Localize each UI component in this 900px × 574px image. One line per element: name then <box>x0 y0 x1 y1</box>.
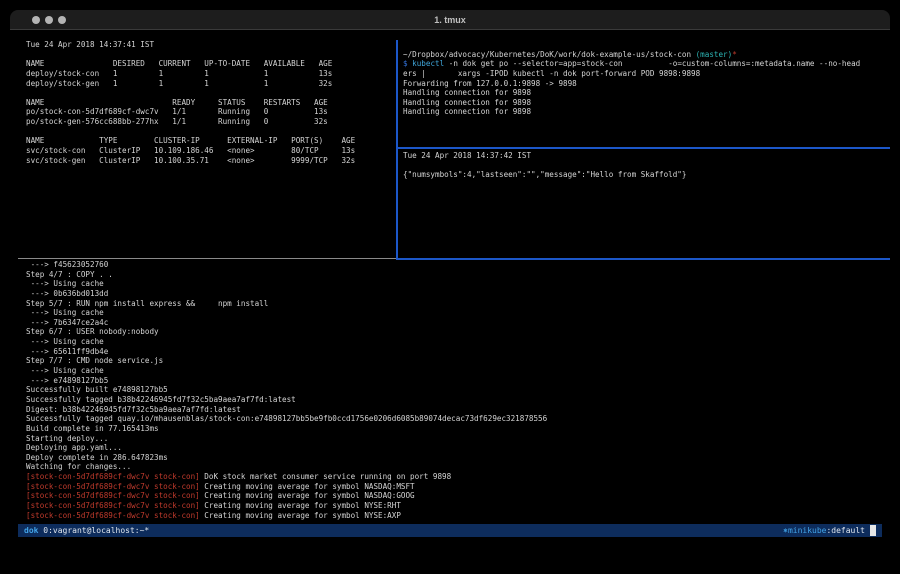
terminal-line: Forwarding from 127.0.0.1:9898 -> 9898 <box>403 79 888 89</box>
window-title: 1. tmux <box>10 15 890 25</box>
terminal-line <box>26 127 394 137</box>
terminal-line: ---> 65611ff9db4e <box>26 347 888 357</box>
terminal-line: po/stock-gen-576cc688bb-277hx 1/1 Runnin… <box>26 117 394 127</box>
terminal-line: ers | xargs -IPOD kubectl -n dok port-fo… <box>403 69 888 79</box>
terminal-line: NAME TYPE CLUSTER-IP EXTERNAL-IP PORT(S)… <box>26 136 394 146</box>
terminal-line: Successfully tagged b38b42246945fd7f32c5… <box>26 395 888 405</box>
window-tab-current[interactable]: 0:vagrant@localhost:~* <box>38 526 149 535</box>
terminal-line: ---> f45623052760 <box>26 260 888 270</box>
terminal-line: [stock-con-5d7df689cf-dwc7v stock-con] C… <box>26 491 888 501</box>
kube-namespace: :default <box>826 526 865 535</box>
terminal-line: Build complete in 77.165413ms <box>26 424 888 434</box>
kube-context: minikube <box>788 526 827 535</box>
pane-divider-horizontal-left[interactable] <box>18 258 396 259</box>
terminal-window: 1. tmux Tue 24 Apr 2018 14:37:41 IST NAM… <box>10 10 890 566</box>
terminal-line: [stock-con-5d7df689cf-dwc7v stock-con] C… <box>26 511 888 521</box>
terminal-line: Handling connection for 9898 <box>403 107 888 117</box>
pane-port-forward[interactable]: ~/Dropbox/advocacy/Kubernetes/DoK/work/d… <box>403 40 888 156</box>
pane-kubectl-watch[interactable]: Tue 24 Apr 2018 14:37:41 IST NAME DESIRE… <box>26 40 394 258</box>
terminal-line <box>403 40 888 50</box>
terminal-line: Successfully tagged quay.io/mhausenblas/… <box>26 414 888 424</box>
terminal-line: [stock-con-5d7df689cf-dwc7v stock-con] D… <box>26 472 888 482</box>
terminal-line: NAME READY STATUS RESTARTS AGE <box>26 98 394 108</box>
terminal-line <box>26 50 394 60</box>
terminal-line: po/stock-con-5d7df689cf-dwc7v 1/1 Runnin… <box>26 107 394 117</box>
terminal-line <box>26 88 394 98</box>
terminal-line: ~/Dropbox/advocacy/Kubernetes/DoK/work/d… <box>403 50 888 60</box>
terminal-line: deploy/stock-gen 1 1 1 1 32s <box>26 79 394 89</box>
terminal-line: $ kubectl -n dok get po --selector=app=s… <box>403 59 888 69</box>
terminal-line: ---> e74898127bb5 <box>26 376 888 386</box>
terminal-line: ---> Using cache <box>26 308 888 318</box>
title-bar[interactable]: 1. tmux <box>10 10 890 30</box>
terminal-line: [stock-con-5d7df689cf-dwc7v stock-con] C… <box>26 482 888 492</box>
pane-service-output[interactable]: Tue 24 Apr 2018 14:37:42 IST {"numsymbol… <box>403 151 888 257</box>
terminal-line: Tue 24 Apr 2018 14:37:42 IST <box>403 151 888 161</box>
terminal-line: Deploying app.yaml... <box>26 443 888 453</box>
terminal-line: Starting deploy... <box>26 434 888 444</box>
terminal-line: Step 7/7 : CMD node service.js <box>26 356 888 366</box>
terminal-line: Step 4/7 : COPY . . <box>26 270 888 280</box>
pane-skaffold-build-log[interactable]: ---> f45623052760Step 4/7 : COPY . . ---… <box>26 260 888 524</box>
terminal-line: svc/stock-con ClusterIP 10.109.186.46 <n… <box>26 146 394 156</box>
terminal-line: Tue 24 Apr 2018 14:37:41 IST <box>26 40 394 50</box>
terminal-line: ---> 7b6347ce2a4c <box>26 318 888 328</box>
terminal-line: deploy/stock-con 1 1 1 1 13s <box>26 69 394 79</box>
terminal-line <box>403 161 888 171</box>
terminal-line: Watching for changes... <box>26 462 888 472</box>
terminal-line: Handling connection for 9898 <box>403 88 888 98</box>
terminal-line: ---> Using cache <box>26 337 888 347</box>
session-name: dok <box>24 526 38 535</box>
tmux-status-bar: dok 0:vagrant@localhost:~* ⎈ minikube :d… <box>18 524 882 537</box>
terminal-line: Step 6/7 : USER nobody:nobody <box>26 327 888 337</box>
terminal-line: ---> Using cache <box>26 366 888 376</box>
pane-divider-horizontal-right[interactable] <box>396 147 890 149</box>
terminal-line: [stock-con-5d7df689cf-dwc7v stock-con] C… <box>26 501 888 511</box>
tmux-session: Tue 24 Apr 2018 14:37:41 IST NAME DESIRE… <box>10 30 890 566</box>
terminal-line: NAME DESIRED CURRENT UP-TO-DATE AVAILABL… <box>26 59 394 69</box>
terminal-line: ---> Using cache <box>26 279 888 289</box>
terminal-line: Deploy complete in 286.647823ms <box>26 453 888 463</box>
terminal-line: Step 5/7 : RUN npm install express && np… <box>26 299 888 309</box>
terminal-line: Digest: b38b42246945fd7f32c5ba9aea7af7fd… <box>26 405 888 415</box>
terminal-line: ---> 0b636bd013dd <box>26 289 888 299</box>
pane-divider-vertical[interactable] <box>396 40 398 259</box>
terminal-line: {"numsymbols":4,"lastseen":"","message":… <box>403 170 888 180</box>
pane-divider-horizontal-bottom-right[interactable] <box>396 258 890 260</box>
terminal-line: svc/stock-gen ClusterIP 10.100.35.71 <no… <box>26 156 394 166</box>
terminal-line: Successfully built e74898127bb5 <box>26 385 888 395</box>
terminal-line: Handling connection for 9898 <box>403 98 888 108</box>
status-end-block <box>870 525 876 536</box>
